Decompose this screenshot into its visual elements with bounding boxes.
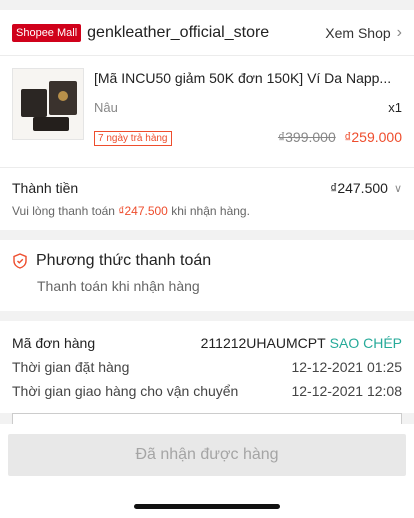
shopee-mall-badge: Shopee Mall <box>12 23 82 42</box>
chevron-down-icon: ∨ <box>393 182 402 195</box>
total-row[interactable]: Thành tiền ₫247.500 ∨ <box>12 180 402 196</box>
view-shop-label: Xem Shop <box>325 24 391 41</box>
order-placed-row: Thời gian đặt hàng 12-12-2021 01:25 <box>12 355 402 379</box>
payment-note: Vui lòng thanh toán ₫247.500 khi nhận hà… <box>12 204 402 218</box>
wallet-image-part <box>49 81 77 115</box>
payment-note-suffix: khi nhận hàng. <box>167 204 250 218</box>
product-row[interactable]: [Mã INCU50 giảm 50K đơn 150K] Ví Da Napp… <box>0 56 414 168</box>
payment-method-section: Phương thức thanh toán Thanh toán khi nh… <box>0 240 414 311</box>
chevron-right-icon: › <box>396 23 402 41</box>
order-item-card: Shopee Mall genkleather_official_store X… <box>0 10 414 230</box>
shop-name[interactable]: genkleather_official_store <box>87 24 325 42</box>
view-shop-button[interactable]: Xem Shop › <box>325 24 402 42</box>
order-id-label: Mã đơn hàng <box>12 335 96 351</box>
order-id-value: 211212UHAUMCPT <box>200 335 326 351</box>
section-divider <box>0 311 414 321</box>
sale-price: ₫259.000 <box>344 129 402 145</box>
total-label: Thành tiền <box>12 180 79 196</box>
product-quantity: x1 <box>388 100 402 115</box>
home-indicator[interactable] <box>134 504 280 509</box>
top-spacer <box>0 0 414 10</box>
product-title: [Mã INCU50 giảm 50K đơn 150K] Ví Da Napp… <box>94 70 392 86</box>
payment-method-value: Thanh toán khi nhận hàng <box>37 278 200 294</box>
payment-note-amount: ₫247.500 <box>118 204 168 218</box>
product-thumbnail <box>12 68 84 140</box>
price-group: ₫399.000 ₫259.000 <box>278 129 402 147</box>
order-placed-value: 12-12-2021 01:25 <box>291 359 402 375</box>
product-info: [Mã INCU50 giảm 50K đơn 150K] Ví Da Napp… <box>94 68 402 155</box>
total-amount-group[interactable]: ₫247.500 ∨ <box>330 180 402 196</box>
payment-note-prefix: Vui lòng thanh toán <box>12 204 119 218</box>
product-variant: Nâu <box>94 100 118 115</box>
order-id-row: Mã đơn hàng 211212UHAUMCPT SAO CHÉP <box>12 331 402 355</box>
order-shipped-row: Thời gian giao hàng cho vận chuyển 12-12… <box>12 379 402 403</box>
order-placed-label: Thời gian đặt hàng <box>12 359 130 375</box>
order-shipped-label: Thời gian giao hàng cho vận chuyển <box>12 383 239 399</box>
order-total-section: Thành tiền ₫247.500 ∨ Vui lòng thanh toá… <box>0 168 414 230</box>
shield-dollar-icon <box>13 253 27 269</box>
order-shipped-value: 12-12-2021 12:08 <box>291 383 402 399</box>
order-received-button[interactable]: Đã nhận được hàng <box>8 434 406 476</box>
wallet-image-part <box>21 89 47 117</box>
wallet-image-part <box>33 117 69 131</box>
shop-header: Shopee Mall genkleather_official_store X… <box>0 10 414 56</box>
return-policy-tag: 7 ngày trả hàng <box>94 130 172 146</box>
total-amount: ₫247.500 <box>330 180 388 196</box>
bottom-action-bar: Đã nhận được hàng <box>0 424 414 518</box>
original-price: ₫399.000 <box>277 129 336 145</box>
section-divider <box>0 230 414 240</box>
order-details-section: Mã đơn hàng 211212UHAUMCPT SAO CHÉP Thời… <box>0 321 414 413</box>
copy-order-id-button[interactable]: SAO CHÉP <box>330 335 402 351</box>
payment-method-title: Phương thức thanh toán <box>36 252 212 269</box>
